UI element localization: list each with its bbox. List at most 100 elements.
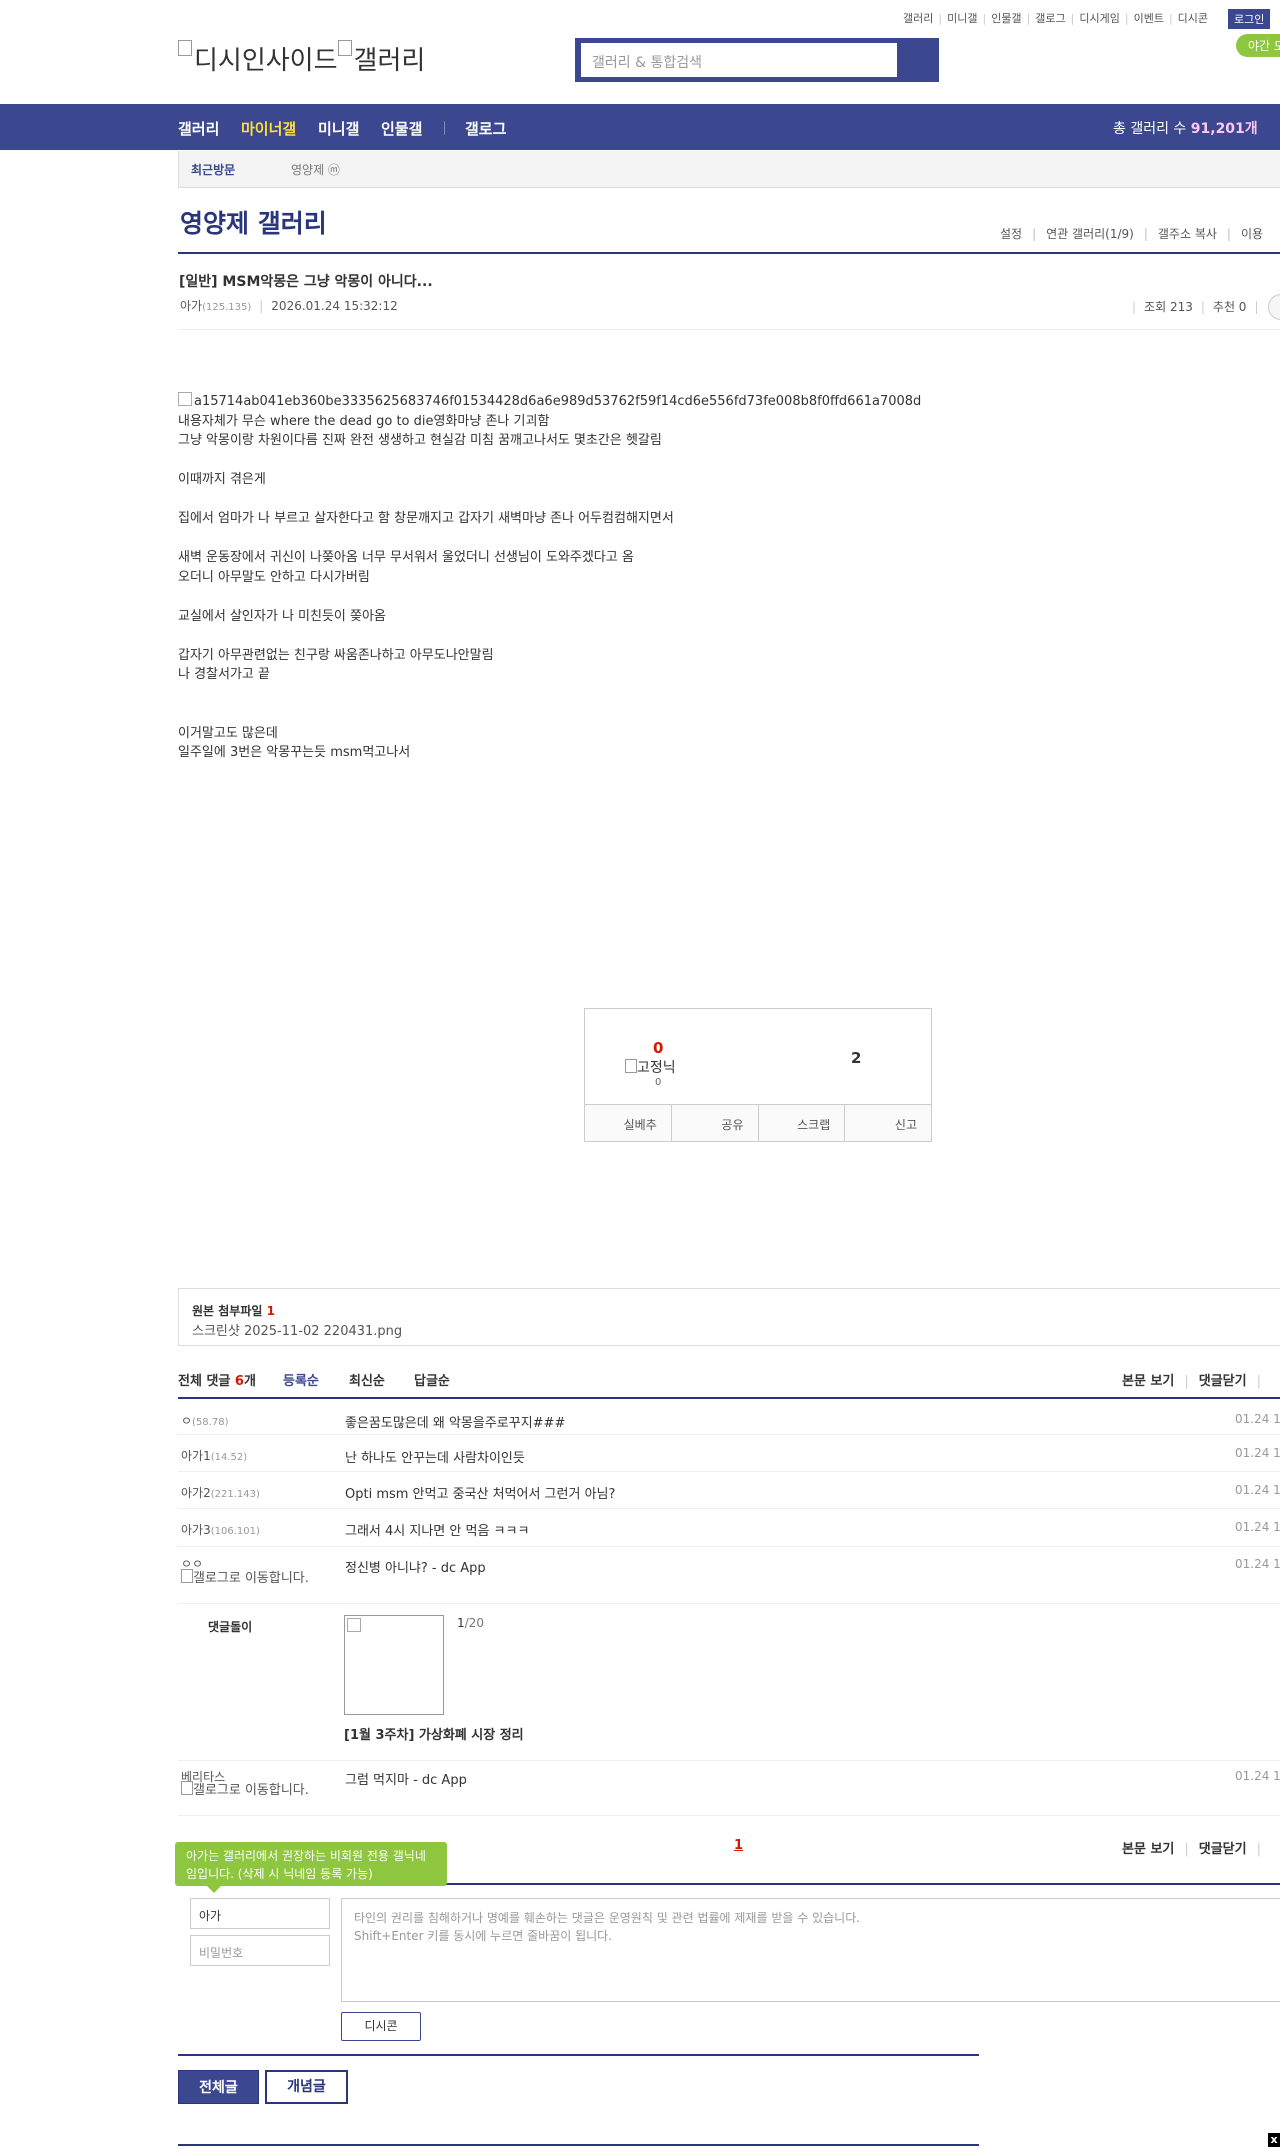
comment-row: 아가1(14.52) 난 하나도 안꾸는데 사람차이인듯 01.24 16 xyxy=(178,1435,1280,1472)
nav-item-person[interactable]: 인물갤 xyxy=(381,118,422,139)
gallog-link[interactable]: 갤로그로 이동합니다. xyxy=(181,1569,311,1586)
fixed-nick-recommend[interactable]: 고정닉 xyxy=(625,1057,676,1077)
logo-gallery-alt: 갤러리 xyxy=(353,46,426,76)
recent-visits-bar: 최근방문 영양제 ⓜ xyxy=(178,151,1280,188)
post-line: 교실에서 살인자가 나 미친듯이 쫒아옴 xyxy=(178,608,386,624)
comment-row: ㅇㅇ 갤로그로 이동합니다. 정신병 아니냐? - dc App 01.24 1… xyxy=(178,1547,1280,1604)
comment-text: 좋은꿈도많은데 왜 악몽을주로꾸지### xyxy=(345,1416,566,1431)
nickname-field[interactable]: 아가 xyxy=(190,1898,330,1929)
post-line: 갑자기 아무관련없는 친구랑 싸움존나하고 아무도나안말림 xyxy=(178,647,494,663)
share-button[interactable]: 공유 xyxy=(671,1105,759,1141)
gallog-link[interactable]: 갤로그로 이동합니다. xyxy=(181,1781,311,1798)
comment-text: 그럼 먹지마 - dc App xyxy=(345,1773,467,1788)
password-field[interactable]: 비밀번호 xyxy=(190,1935,330,1966)
post-line xyxy=(178,626,921,646)
logo-site-alt: 디시인사이드 xyxy=(194,46,338,76)
attachment-label: 원본 첨부파일 1 xyxy=(192,1304,275,1318)
comment-nick[interactable]: ㅇ(58.78) xyxy=(181,1412,228,1429)
search-input[interactable]: 갤러리 & 통합검색 xyxy=(581,43,897,77)
attachment-file-link[interactable]: 스크린샷 2025-11-02 220431.png xyxy=(192,1320,402,1339)
broken-image-icon xyxy=(181,1569,193,1583)
util-link-game[interactable]: 디시게임 xyxy=(1079,12,1119,25)
close-icon[interactable]: x xyxy=(1268,2133,1280,2147)
total-gallery-count: 총 갤러리 수 91,201개 xyxy=(1113,121,1258,137)
divider xyxy=(178,329,1280,330)
main-nav: 갤러리 마이너갤 미니갤 인물갤 갤로그 총 갤러리 수 91,201개 xyxy=(0,104,1280,150)
broken-image-icon xyxy=(347,1618,361,1632)
post-recommends: 추천 0 xyxy=(1212,300,1247,314)
report-button[interactable]: 신고 xyxy=(845,1105,931,1141)
usage-link[interactable]: 이용 xyxy=(1241,227,1263,241)
divider xyxy=(178,252,1280,254)
divider xyxy=(178,2144,979,2146)
nickname-tooltip: 아가는 갤러리에서 권장하는 비회원 전용 갤닉네임입니다. (삭제 시 닉네임… xyxy=(175,1842,447,1893)
view-body-link[interactable]: 본문 보기 xyxy=(1122,1374,1174,1389)
recent-label[interactable]: 최근방문 xyxy=(191,161,235,178)
util-link-gallery[interactable]: 갤러리 xyxy=(903,12,933,25)
post-author-ip: (125.135) xyxy=(202,302,252,313)
gallery-settings-link[interactable]: 설정 xyxy=(1000,227,1022,241)
comment-nick[interactable]: 아가3(106.101) xyxy=(181,1521,260,1538)
comment-nick[interactable]: 아가1(14.52) xyxy=(181,1447,247,1464)
sort-replies[interactable]: 답글순 xyxy=(414,1370,450,1389)
comment-write-box: 아가 비밀번호 타인의 권리를 침해하거나 명예를 훼손하는 댓글은 운영원칙 … xyxy=(178,1886,1280,2056)
post-line: 오더니 아무말도 안하고 다시가버림 xyxy=(178,569,370,585)
util-link-event[interactable]: 이벤트 xyxy=(1134,12,1164,25)
search-placeholder: 갤러리 & 통합검색 xyxy=(592,55,702,71)
copy-address-link[interactable]: 갤주소 복사 xyxy=(1158,227,1217,241)
util-link-minor[interactable]: 미니갤 xyxy=(947,12,977,25)
util-link-dccon[interactable]: 디시콘 xyxy=(1178,12,1208,25)
close-comments-link[interactable]: 댓글닫기 xyxy=(1199,1374,1247,1389)
nav-item-mini[interactable]: 미니갤 xyxy=(318,118,359,139)
post-content: a15714ab041eb360be3335625683746f01534428… xyxy=(178,392,921,763)
post-meta: 아가(125.135) | 2026.01.24 15:32:12 xyxy=(180,299,398,313)
post-date: 2026.01.24 15:32:12 xyxy=(271,299,398,313)
recommend-box: 0 고정닉 0 2 실베추 공유 스크랩 신고 xyxy=(584,1008,932,1142)
fixed-nick-count: 0 xyxy=(655,1077,662,1088)
broken-image-icon xyxy=(337,40,352,56)
recent-item[interactable]: 영양제 ⓜ xyxy=(291,161,340,178)
concept-posts-button[interactable]: 개념글 xyxy=(265,2070,348,2104)
post-image-alt: a15714ab041eb360be3335625683746f01534428… xyxy=(194,394,922,409)
sort-registered[interactable]: 등록순 xyxy=(283,1370,319,1389)
comment-page-current[interactable]: 1 xyxy=(734,1838,743,1853)
post-author[interactable]: 아가 xyxy=(180,299,202,313)
nav-item-gallery[interactable]: 갤러리 xyxy=(178,118,219,139)
post-title: [일반] MSM악몽은 그냥 악몽이 아니다... xyxy=(179,274,433,290)
site-logo[interactable]: 디시인사이드 갤러리 xyxy=(178,40,425,77)
comment-row: 아가3(106.101) 그래서 4시 지나면 안 먹음 ㅋㅋㅋ 01.24 1… xyxy=(178,1509,1280,1547)
post-line xyxy=(178,587,921,607)
comment-textarea[interactable]: 타인의 권리를 침해하거나 명예를 훼손하는 댓글은 운영원칙 및 관련 법률에… xyxy=(341,1898,1280,2002)
scrap-button[interactable]: 스크랩 xyxy=(758,1105,846,1141)
util-link-person[interactable]: 인물갤 xyxy=(991,12,1021,25)
bot-nick: 댓글돌이 xyxy=(208,1620,253,1634)
post-line: 나 경찰서가고 끝 xyxy=(178,667,270,682)
more-options-button[interactable] xyxy=(1268,294,1280,320)
post-line xyxy=(178,490,921,510)
search-bar: 갤러리 & 통합검색 xyxy=(575,38,939,82)
post-line xyxy=(178,685,921,705)
nav-item-gallog[interactable]: 갤로그 xyxy=(465,118,506,139)
bot-thumbnail[interactable] xyxy=(344,1615,444,1715)
divider xyxy=(178,1397,1280,1399)
nav-item-minor[interactable]: 마이너갤 xyxy=(241,118,296,139)
util-link-gallog[interactable]: 갤로그 xyxy=(1035,12,1065,25)
related-galleries-link[interactable]: 연관 갤러리(1/9) xyxy=(1046,227,1134,241)
view-body-link[interactable]: 본문 보기 xyxy=(1122,1842,1174,1857)
silver-recommend-button[interactable]: 실베추 xyxy=(585,1105,672,1141)
comment-row: ㅇ(58.78) 좋은꿈도많은데 왜 악몽을주로꾸지### 01.24 16 xyxy=(178,1400,1280,1435)
comment-row: 베리타스 갤로그로 이동합니다. 그럼 먹지마 - dc App 01.24 1… xyxy=(178,1760,1280,1816)
bot-page-indicator: 1/20 xyxy=(457,1616,484,1630)
close-comments-link[interactable]: 댓글닫기 xyxy=(1199,1842,1247,1857)
attachment-box: 원본 첨부파일 1 스크린샷 2025-11-02 220431.png xyxy=(178,1288,1280,1346)
divider xyxy=(178,2054,979,2056)
login-button[interactable]: 로그인 xyxy=(1228,9,1271,29)
all-posts-button[interactable]: 전체글 xyxy=(178,2070,259,2104)
gallery-title[interactable]: 영양제 갤러리 xyxy=(180,204,327,240)
night-mode-button[interactable]: 야간 모드 xyxy=(1236,34,1280,57)
bot-caption[interactable]: [1월 3주차] 가상화폐 시장 정리 xyxy=(344,1724,524,1743)
comment-nick[interactable]: 아가2(221.143) xyxy=(181,1484,260,1501)
dccon-button[interactable]: 디시콘 xyxy=(341,2012,421,2041)
nav-divider xyxy=(444,121,445,135)
sort-latest[interactable]: 최신순 xyxy=(349,1370,385,1389)
